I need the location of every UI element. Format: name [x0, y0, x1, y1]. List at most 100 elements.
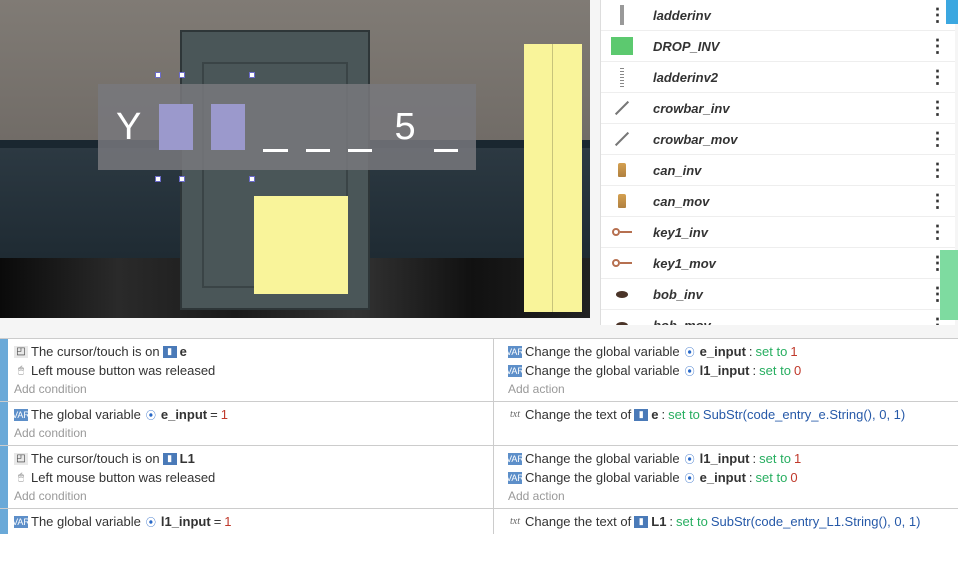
object-row-bob_inv[interactable]: bob_inv — [601, 279, 955, 310]
object-name: ladderinv — [653, 8, 927, 23]
object-row-ladderinv[interactable]: ladderinv — [601, 0, 955, 31]
event-row: VAR The global variable ⦿ e_input = 1Add… — [0, 401, 958, 445]
event-bar[interactable] — [0, 446, 8, 508]
object-row-ladderinv2[interactable]: ladderinv2 — [601, 62, 955, 93]
object-menu-button[interactable] — [927, 98, 947, 119]
action-line[interactable]: VAR Change the global variable ⦿ l1_inpu… — [508, 449, 954, 468]
key-icon — [609, 221, 635, 243]
add-action-link[interactable]: Add action — [508, 487, 954, 505]
event-row: VAR The global variable ⦿ l1_input = 1 tx… — [0, 508, 958, 534]
add-condition-link[interactable]: Add condition — [14, 424, 489, 442]
object-row-crowbar_mov[interactable]: crowbar_mov — [601, 124, 955, 155]
object-menu-button[interactable] — [927, 67, 947, 88]
underscore-3[interactable] — [348, 149, 372, 152]
add-action-link[interactable]: Add action — [508, 380, 954, 398]
object-row-can_inv[interactable]: can_inv — [601, 155, 955, 186]
object-row-can_mov[interactable]: can_mov — [601, 186, 955, 217]
green-side-tab[interactable] — [940, 250, 958, 320]
conditions-column: VAR The global variable ⦿ e_input = 1Add… — [0, 402, 494, 445]
var-action-icon: VAR — [508, 453, 522, 465]
actions-column: VAR Change the global variable ⦿ e_input… — [494, 339, 958, 401]
overlay-letter-y: Y — [116, 106, 141, 149]
var-action-icon: VAR — [14, 516, 28, 528]
object-menu-button[interactable] — [927, 191, 947, 212]
object-row-DROP_INV[interactable]: DROP_INV — [601, 31, 955, 62]
action-line[interactable]: VAR Change the global variable ⦿ e_input… — [508, 468, 954, 487]
yellow-block-right[interactable] — [524, 44, 582, 312]
bob-icon — [609, 314, 635, 325]
add-condition-link[interactable]: Add condition — [14, 380, 489, 398]
text-action-icon: txt — [508, 516, 522, 528]
action-line[interactable]: txt Change the text of ▮ L1: set to SubS… — [508, 512, 954, 531]
object-icon: ▮ — [163, 453, 177, 465]
yellow-block-center[interactable] — [254, 196, 348, 294]
key-icon — [609, 252, 635, 274]
object-row-key1_mov[interactable]: key1_mov — [601, 248, 955, 279]
can-icon — [609, 159, 635, 181]
events-sheet: ◰ The cursor/touch is on ▮ e🖱 Left mouse… — [0, 338, 958, 566]
event-bar[interactable] — [0, 339, 8, 401]
object-row-bob_mov[interactable]: bob_mov — [601, 310, 955, 325]
object-name: can_mov — [653, 194, 927, 209]
selected-letter-box-2[interactable] — [211, 104, 245, 150]
action-line[interactable]: txt Change the text of ▮ e: set to SubSt… — [508, 405, 954, 424]
object-menu-button[interactable] — [927, 160, 947, 181]
mouse-icon: 🖱 — [14, 365, 28, 377]
variable-icon: ⦿ — [683, 472, 697, 484]
code-overlay[interactable]: Y 5 — [98, 84, 476, 170]
blue-side-tab[interactable] — [946, 0, 958, 24]
object-row-crowbar_inv[interactable]: crowbar_inv — [601, 93, 955, 124]
green-icon — [609, 35, 635, 57]
condition-line[interactable]: 🖱 Left mouse button was released — [14, 361, 489, 380]
object-menu-button[interactable] — [927, 222, 947, 243]
bob-icon — [609, 283, 635, 305]
cursor-icon: ◰ — [14, 346, 28, 358]
selected-letter-box-1[interactable] — [159, 104, 193, 150]
object-menu-button[interactable] — [927, 5, 947, 26]
condition-line[interactable]: VAR The global variable ⦿ e_input = 1 — [14, 405, 489, 424]
underscore-4[interactable] — [434, 149, 458, 152]
object-name: key1_mov — [653, 256, 927, 271]
condition-line[interactable]: VAR The global variable ⦿ l1_input = 1 — [14, 512, 489, 531]
condition-line[interactable]: 🖱 Left mouse button was released — [14, 468, 489, 487]
underscore-1[interactable] — [263, 149, 287, 152]
underscore-2[interactable] — [306, 149, 330, 152]
object-name: crowbar_mov — [653, 132, 927, 147]
ladder2-icon — [609, 66, 635, 88]
condition-line[interactable]: ◰ The cursor/touch is on ▮ e — [14, 342, 489, 361]
add-condition-link[interactable]: Add condition — [14, 487, 489, 505]
object-menu-button[interactable] — [927, 129, 947, 150]
var-action-icon: VAR — [508, 472, 522, 484]
object-name: key1_inv — [653, 225, 927, 240]
variable-icon: ⦿ — [683, 453, 697, 465]
overlay-number: 5 — [394, 106, 415, 149]
event-row: ◰ The cursor/touch is on ▮ e🖱 Left mouse… — [0, 338, 958, 401]
event-bar[interactable] — [0, 509, 8, 534]
conditions-column: ◰ The cursor/touch is on ▮ e🖱 Left mouse… — [0, 339, 494, 401]
var-action-icon: VAR — [508, 346, 522, 358]
object-name: bob_mov — [653, 318, 927, 326]
condition-line[interactable]: ◰ The cursor/touch is on ▮ L1 — [14, 449, 489, 468]
crowbar-icon — [609, 97, 635, 119]
object-icon: ▮ — [163, 346, 177, 358]
objects-panel: ladderinv DROP_INV ladderinv2 crowbar_invcr… — [600, 0, 955, 325]
can-icon — [609, 190, 635, 212]
object-name: can_inv — [653, 163, 927, 178]
object-name: ladderinv2 — [653, 70, 927, 85]
scene-editor[interactable]: Y 5 — [0, 0, 590, 318]
actions-column: txt Change the text of ▮ L1: set to SubS… — [494, 509, 958, 534]
event-bar[interactable] — [0, 402, 8, 445]
conditions-column: VAR The global variable ⦿ l1_input = 1 — [0, 509, 494, 534]
object-icon: ▮ — [634, 409, 648, 421]
actions-column: VAR Change the global variable ⦿ l1_inpu… — [494, 446, 958, 508]
object-name: bob_inv — [653, 287, 927, 302]
object-menu-button[interactable] — [927, 36, 947, 57]
conditions-column: ◰ The cursor/touch is on ▮ L1🖱 Left mous… — [0, 446, 494, 508]
cursor-icon: ◰ — [14, 453, 28, 465]
action-line[interactable]: VAR Change the global variable ⦿ l1_inpu… — [508, 361, 954, 380]
object-icon: ▮ — [634, 516, 648, 528]
ladder-icon — [609, 4, 635, 26]
action-line[interactable]: VAR Change the global variable ⦿ e_input… — [508, 342, 954, 361]
object-row-key1_inv[interactable]: key1_inv — [601, 217, 955, 248]
var-action-icon: VAR — [14, 409, 28, 421]
